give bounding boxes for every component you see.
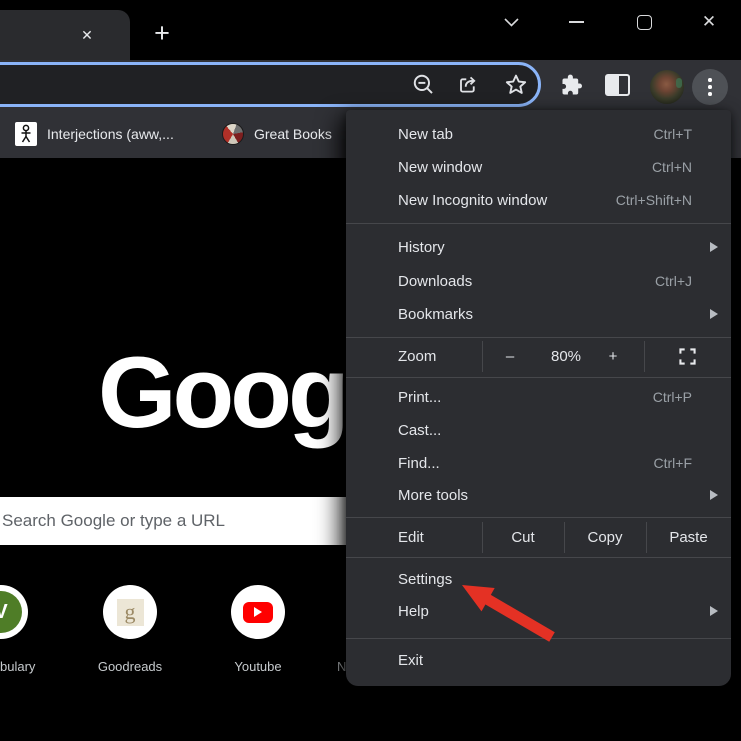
- menu-item-label: Help: [398, 602, 429, 620]
- menu-item-label: New window: [398, 158, 483, 176]
- menu-divider: [346, 517, 731, 518]
- menu-item-settings[interactable]: Settings: [346, 563, 731, 596]
- zoom-value: 80%: [550, 348, 582, 365]
- menu-item-exit[interactable]: Exit: [346, 644, 731, 677]
- menu-item-print[interactable]: Print... Ctrl+P: [346, 381, 731, 414]
- menu-item-label: Downloads: [398, 272, 473, 290]
- menu-item-more-tools[interactable]: More tools: [346, 479, 731, 512]
- menu-item-label: New Incognito window: [398, 191, 548, 209]
- edit-label: Edit: [398, 529, 424, 546]
- bookmark-label: Interjections (aww,...: [47, 126, 174, 142]
- goodreads-icon: g: [116, 598, 144, 626]
- menu-dots-button[interactable]: [692, 69, 728, 105]
- bookmark-interjections[interactable]: Interjections (aww,...: [15, 110, 174, 158]
- shortcut-label: bulary: [0, 659, 36, 674]
- menu-item-label: New tab: [398, 125, 454, 143]
- new-tab-button[interactable]: +: [148, 20, 176, 48]
- shortcut-tile-vocabulary[interactable]: V: [0, 585, 28, 639]
- window-maximize-button[interactable]: [629, 8, 659, 36]
- menu-item-label: History: [398, 238, 445, 256]
- dot-icon: [708, 85, 712, 89]
- shortcut-label: Youtube: [234, 659, 282, 674]
- window-chevron-down-icon[interactable]: [496, 8, 526, 36]
- zoom-decrease-button[interactable]: –: [494, 338, 526, 375]
- menu-shortcut: Ctrl+Shift+N: [615, 192, 692, 208]
- menu-shortcut: Ctrl+T: [653, 126, 693, 142]
- menu-item-label: Settings: [398, 570, 453, 588]
- dot-icon: [708, 92, 712, 96]
- menu-shortcut: Ctrl+P: [652, 389, 692, 405]
- fullscreen-button[interactable]: [676, 338, 698, 375]
- menu-item-label: Print...: [398, 388, 442, 406]
- window-close-button[interactable]: ✕: [694, 8, 724, 36]
- bookmark-label: Great Books: [254, 126, 332, 142]
- fullscreen-icon: [678, 348, 696, 365]
- submenu-arrow-icon: [710, 490, 718, 500]
- menu-shortcut: Ctrl+J: [655, 273, 692, 289]
- menu-zoom-row: Zoom – 80% +: [346, 338, 731, 375]
- bookmark-great-books[interactable]: Great Books: [222, 110, 332, 158]
- shortcut-tile-goodreads[interactable]: g: [103, 585, 157, 639]
- menu-item-label: Bookmarks: [398, 305, 474, 323]
- shortcut-label: N: [337, 659, 347, 674]
- submenu-arrow-icon: [710, 242, 718, 252]
- side-panel-icon[interactable]: [605, 74, 630, 96]
- menu-item-cast[interactable]: Cast...: [346, 414, 731, 447]
- search-placeholder: Search Google or type a URL: [2, 511, 226, 530]
- zoom-increase-button[interactable]: +: [598, 338, 628, 375]
- tab-close-icon[interactable]: ✕: [76, 24, 98, 46]
- menu-item-label: Exit: [398, 651, 424, 669]
- browser-app-menu: New tab Ctrl+T New window Ctrl+N New Inc…: [346, 110, 731, 686]
- great-books-favicon: [222, 123, 244, 145]
- bookmark-star-icon[interactable]: [504, 73, 528, 102]
- vocabulary-icon: V: [0, 591, 22, 633]
- menu-shortcut: Ctrl+F: [653, 455, 693, 471]
- share-icon[interactable]: [456, 73, 480, 101]
- cut-button[interactable]: Cut: [482, 519, 564, 556]
- copy-button[interactable]: Copy: [564, 519, 646, 556]
- menu-item-new-window[interactable]: New window Ctrl+N: [346, 151, 731, 184]
- menu-item-label: Find...: [398, 454, 440, 472]
- menu-divider: [346, 223, 731, 224]
- maximize-icon: [636, 14, 652, 30]
- paste-button[interactable]: Paste: [646, 519, 731, 556]
- menu-shortcut: Ctrl+N: [651, 159, 692, 175]
- menu-divider: [346, 377, 731, 378]
- submenu-arrow-icon: [710, 606, 718, 616]
- menu-item-label: Cast...: [398, 421, 442, 439]
- menu-separator: [644, 341, 645, 372]
- window-minimize-button[interactable]: [561, 8, 591, 36]
- shortcut-label: Goodreads: [97, 659, 163, 674]
- youtube-icon: [243, 601, 273, 623]
- menu-separator: [482, 341, 483, 372]
- toolbar: [0, 60, 741, 110]
- menu-divider: [346, 557, 731, 558]
- zoom-out-icon[interactable]: [412, 73, 435, 101]
- browser-tab[interactable]: ✕: [0, 10, 130, 60]
- menu-edit-row: Edit Cut Copy Paste: [346, 519, 731, 556]
- menu-item-new-incognito-window[interactable]: New Incognito window Ctrl+Shift+N: [346, 184, 731, 217]
- menu-item-help[interactable]: Help: [346, 595, 731, 628]
- stick-figure-favicon: [15, 122, 37, 146]
- menu-item-history[interactable]: History: [346, 231, 731, 264]
- dot-icon: [708, 78, 712, 82]
- menu-divider: [346, 638, 731, 639]
- menu-item-new-tab[interactable]: New tab Ctrl+T: [346, 118, 731, 151]
- submenu-arrow-icon: [710, 309, 718, 319]
- menu-item-find[interactable]: Find... Ctrl+F: [346, 447, 731, 480]
- browser-window: ✕ + ✕ Interjections (aww,... Great Books…: [0, 0, 741, 741]
- profile-avatar[interactable]: [650, 70, 684, 104]
- menu-item-label: More tools: [398, 486, 469, 504]
- shortcut-tile-youtube[interactable]: [231, 585, 285, 639]
- zoom-label: Zoom: [398, 348, 437, 365]
- menu-item-downloads[interactable]: Downloads Ctrl+J: [346, 265, 731, 298]
- minimize-icon: [568, 21, 584, 23]
- extensions-puzzle-icon[interactable]: [558, 72, 584, 98]
- menu-item-bookmarks[interactable]: Bookmarks: [346, 298, 731, 331]
